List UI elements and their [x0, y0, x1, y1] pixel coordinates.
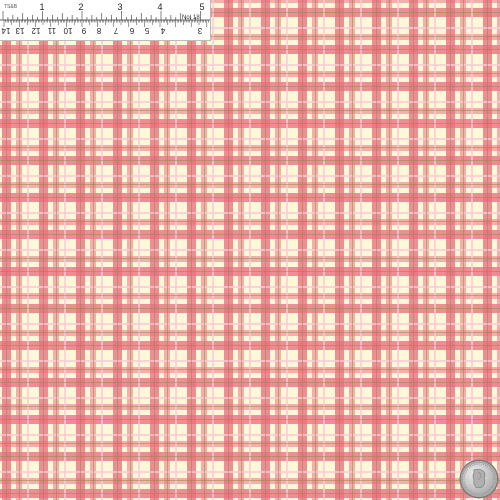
ruler-inch-label: 5 [199, 2, 205, 12]
ruler-cm-label: 12 [31, 26, 41, 35]
plaid-fabric-pattern [0, 0, 500, 500]
ruler-inch-label: 4 [157, 2, 163, 12]
ruler-cm-label: 7 [113, 26, 119, 35]
quarter-coin-icon [461, 461, 497, 497]
ruler-cm-label: 6 [129, 26, 135, 35]
ruler-cm-label: 4 [160, 26, 166, 35]
ruler-inch-label: 1 [39, 2, 45, 12]
ruler-inch-label: 3 [117, 2, 123, 12]
ruler-cm-label: 11 [47, 26, 57, 35]
ruler-cm-label: 5 [144, 26, 150, 35]
measuring-ruler: TS&B 1 2 3 4 5 No. 18 14 13 12 11 10 9 8… [0, 0, 211, 41]
ruler-cm-label: 14 [1, 26, 11, 35]
ruler-cm-label: 10 [63, 26, 73, 35]
ruler-cm-label: 3 [197, 26, 203, 35]
ruler-number-label: No. 18 [182, 15, 200, 21]
fabric-swatch-view: TS&B 1 2 3 4 5 No. 18 14 13 12 11 10 9 8… [0, 0, 500, 500]
ruler-cm-label: 9 [81, 26, 87, 35]
ruler-cm-label: 13 [15, 26, 25, 35]
ruler-maker-mark: TS&B [4, 4, 18, 10]
coin-relief [463, 463, 495, 495]
ruler-cm-label: 8 [96, 26, 102, 35]
ruler-inch-label: 2 [78, 2, 84, 12]
